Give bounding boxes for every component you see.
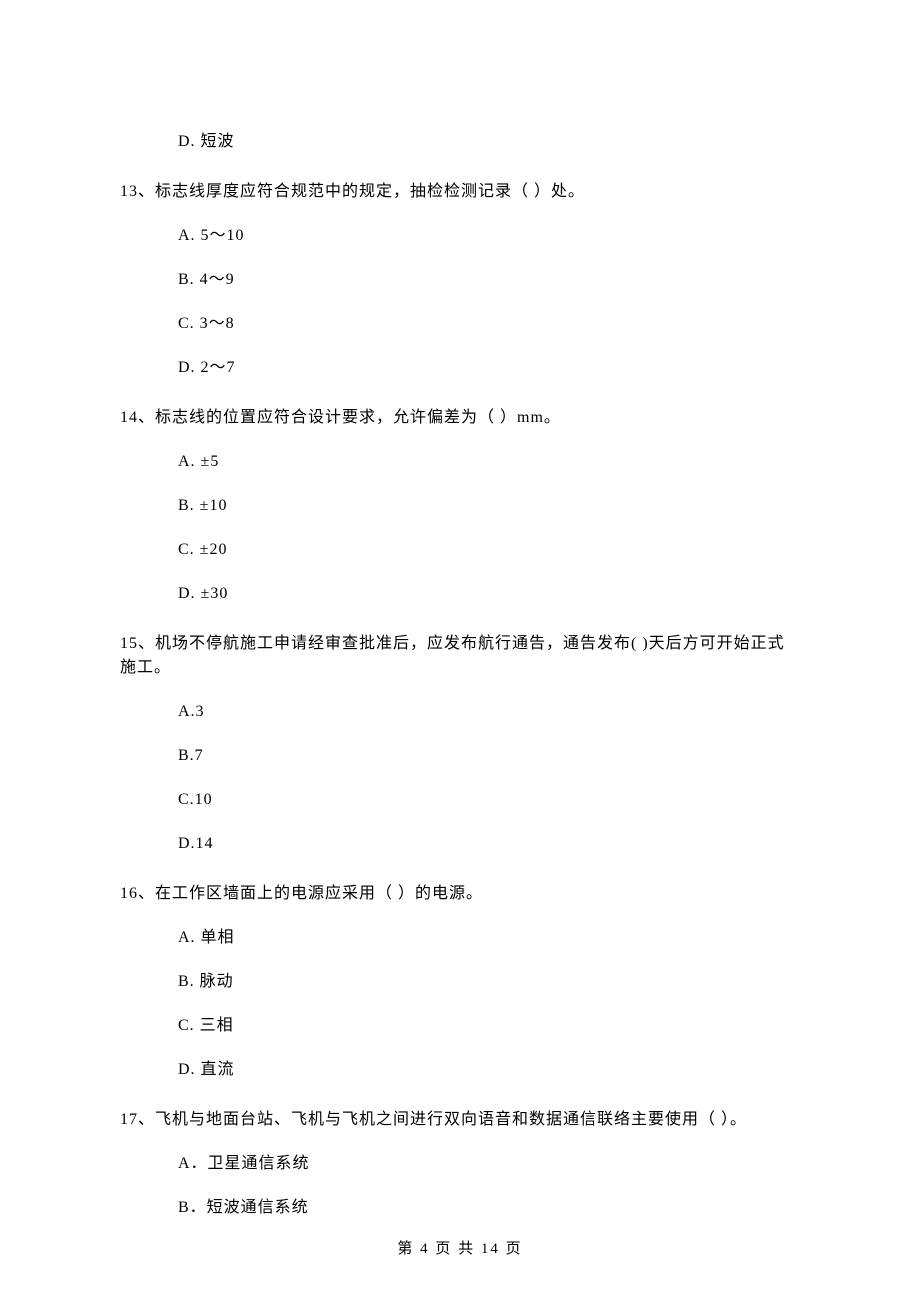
- q14-option-c: C. ±20: [120, 538, 800, 562]
- q14-option-d: D. ±30: [120, 582, 800, 606]
- q13-option-c: C. 3～8: [120, 312, 800, 336]
- q14-option-b: B. ±10: [120, 494, 800, 518]
- q17-text: 17、飞机与地面台站、飞机与飞机之间进行双向语音和数据通信联络主要使用（ ）。: [120, 1108, 800, 1132]
- q13-option-b: B. 4～9: [120, 268, 800, 292]
- q12-option-d: D. 短波: [120, 130, 800, 154]
- q13-option-a: A. 5～10: [120, 224, 800, 248]
- q13-option-d: D. 2～7: [120, 356, 800, 380]
- q16-option-a: A. 单相: [120, 926, 800, 950]
- q16-option-c: C. 三相: [120, 1014, 800, 1038]
- q16-option-b: B. 脉动: [120, 970, 800, 994]
- q15-option-a: A.3: [120, 700, 800, 724]
- q13-text: 13、标志线厚度应符合规范中的规定，抽检检测记录（ ）处。: [120, 180, 800, 204]
- q15-option-b: B.7: [120, 744, 800, 768]
- page-container: D. 短波 13、标志线厚度应符合规范中的规定，抽检检测记录（ ）处。 A. 5…: [0, 0, 920, 1302]
- q17-option-b: B．短波通信系统: [120, 1196, 800, 1220]
- q16-option-d: D. 直流: [120, 1058, 800, 1082]
- q17-option-a: A．卫星通信系统: [120, 1152, 800, 1176]
- q16-text: 16、在工作区墙面上的电源应采用（ ）的电源。: [120, 882, 800, 906]
- q15-option-d: D.14: [120, 832, 800, 856]
- q14-text: 14、标志线的位置应符合设计要求，允许偏差为（ ）mm。: [120, 406, 800, 430]
- q15-option-c: C.10: [120, 788, 800, 812]
- q15-text: 15、机场不停航施工申请经审查批准后，应发布航行通告，通告发布( )天后方可开始…: [120, 632, 800, 680]
- q14-option-a: A. ±5: [120, 450, 800, 474]
- page-footer: 第 4 页 共 14 页: [0, 1238, 920, 1261]
